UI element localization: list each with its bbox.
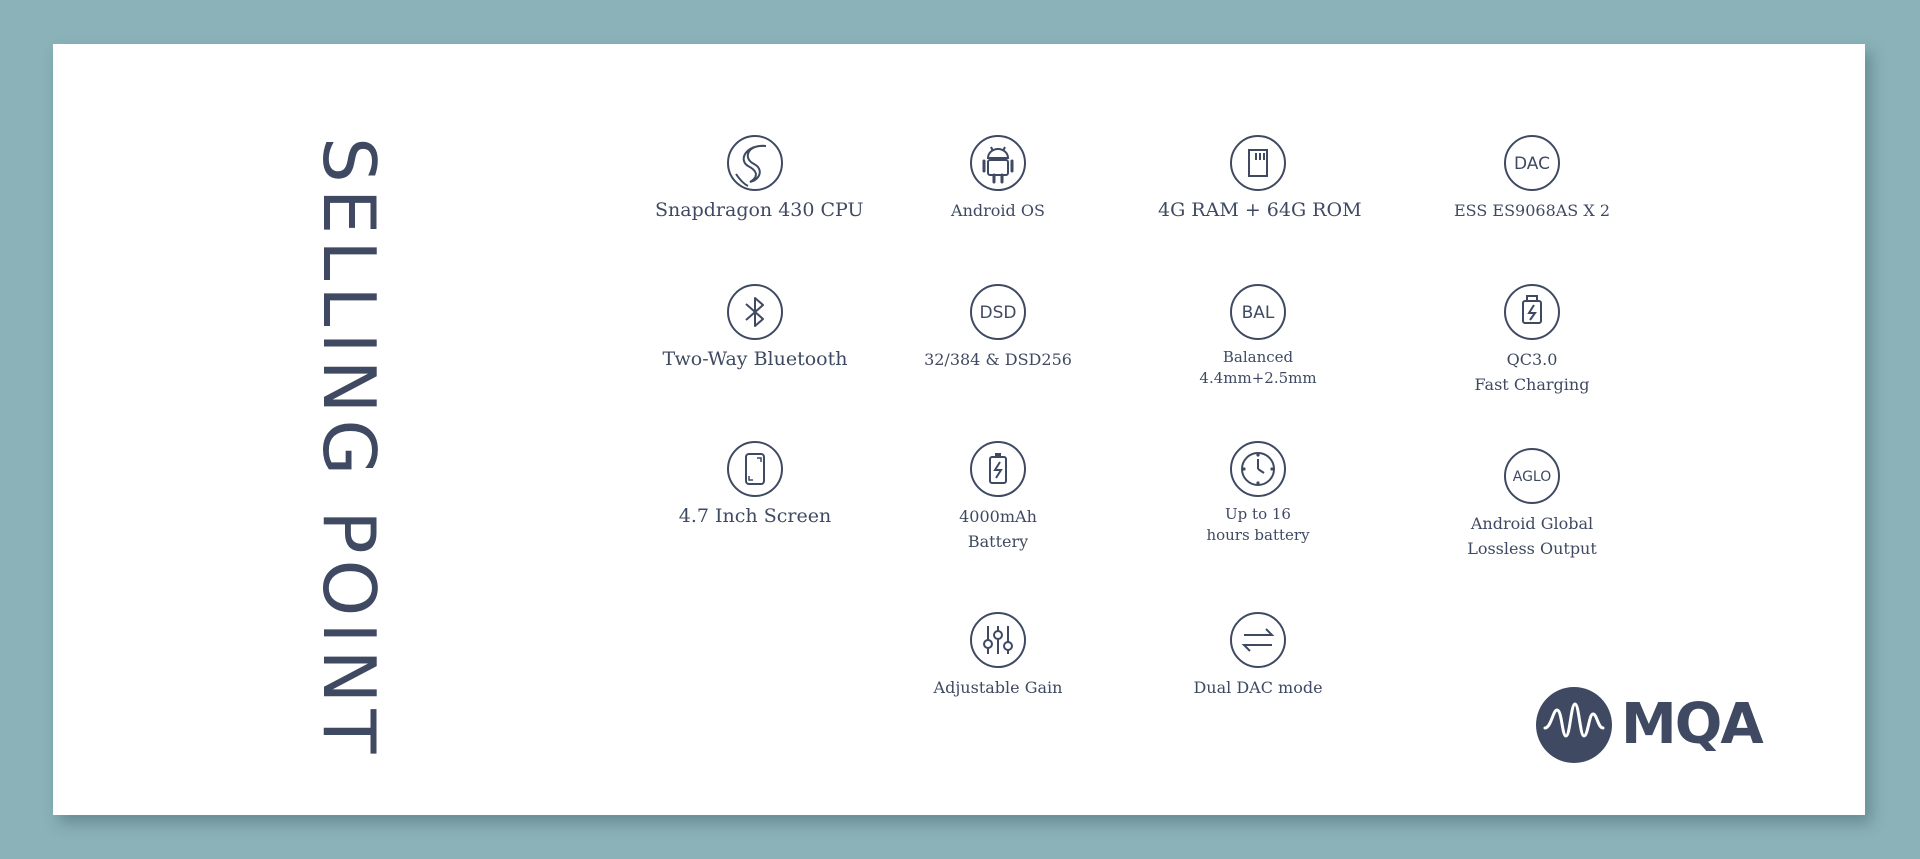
swap-arrows-icon: [1230, 612, 1286, 668]
feature-label-line1: Up to 16: [1225, 505, 1291, 523]
feature-label-line2: hours battery: [1206, 526, 1310, 544]
feature-label: 4.7 Inch Screen: [678, 505, 832, 527]
feature-memory: 4G RAM + 64G ROM: [1158, 134, 1362, 223]
feature-label: 4G RAM + 64G ROM: [1158, 199, 1362, 221]
feature-label: Dual DAC mode: [1193, 678, 1323, 697]
feature-os: Android OS: [898, 134, 1098, 223]
feature-label: Android OS: [951, 201, 1045, 220]
feature-dual-dac: Dual DAC mode: [1158, 611, 1358, 700]
feature-gain: Adjustable Gain: [898, 611, 1098, 700]
feature-label: Adjustable Gain: [933, 678, 1063, 697]
feature-fast-charging: QC3.0 Fast Charging: [1432, 283, 1632, 397]
feature-label-line2: 4.4mm+2.5mm: [1199, 369, 1317, 387]
feature-cpu: Snapdragon 430 CPU: [655, 134, 864, 223]
feature-label-line1: Android Global: [1470, 514, 1594, 533]
fast-charge-icon: [1504, 284, 1560, 340]
sd-card-icon: [1230, 135, 1286, 191]
feature-label: Two-Way Bluetooth: [662, 348, 848, 370]
feature-label: 32/384 & DSD256: [924, 350, 1072, 369]
bal-icon: BAL: [1230, 284, 1286, 340]
feature-bluetooth: Two-Way Bluetooth: [655, 283, 855, 372]
feature-label: ESS ES9068AS X 2: [1453, 201, 1611, 220]
bluetooth-icon: [727, 284, 783, 340]
feature-label-line2: Lossless Output: [1467, 539, 1597, 558]
dsd-icon: DSD: [970, 284, 1026, 340]
mqa-logo-text: MQA: [1621, 692, 1764, 757]
dac-icon: DAC: [1504, 135, 1560, 191]
feature-label-line1: Balanced: [1222, 348, 1294, 366]
icon-text: AGLO: [1513, 469, 1552, 485]
clock-icon: [1230, 441, 1286, 497]
aglo-icon: AGLO: [1504, 448, 1560, 504]
feature-dac: DAC ESS ES9068AS X 2: [1432, 134, 1632, 223]
feature-balanced: BAL Balanced 4.4mm+2.5mm: [1158, 283, 1358, 389]
snapdragon-icon: [727, 135, 783, 191]
feature-battery-life: Up to 16 hours battery: [1158, 440, 1358, 546]
feature-aglo: AGLO Android Global Lossless Output: [1432, 447, 1632, 561]
feature-battery: 4000mAh Battery: [898, 440, 1098, 554]
phone-screen-icon: [727, 441, 783, 497]
icon-text: DAC: [1514, 154, 1550, 174]
icon-text: DSD: [980, 303, 1017, 323]
equalizer-icon: [970, 612, 1026, 668]
feature-label-line1: 4000mAh: [959, 507, 1037, 526]
android-icon: [970, 135, 1026, 191]
battery-icon: [970, 441, 1026, 497]
feature-screen: 4.7 Inch Screen: [655, 440, 855, 529]
feature-label-line1: QC3.0: [1506, 350, 1558, 369]
feature-label-line2: Fast Charging: [1474, 375, 1590, 394]
feature-label: Snapdragon 430 CPU: [655, 199, 864, 221]
feature-dsd: DSD 32/384 & DSD256: [898, 283, 1098, 372]
icon-text: BAL: [1242, 303, 1275, 323]
feature-label-line2: Battery: [967, 532, 1029, 551]
page-title: SELLING POINT: [307, 137, 391, 760]
